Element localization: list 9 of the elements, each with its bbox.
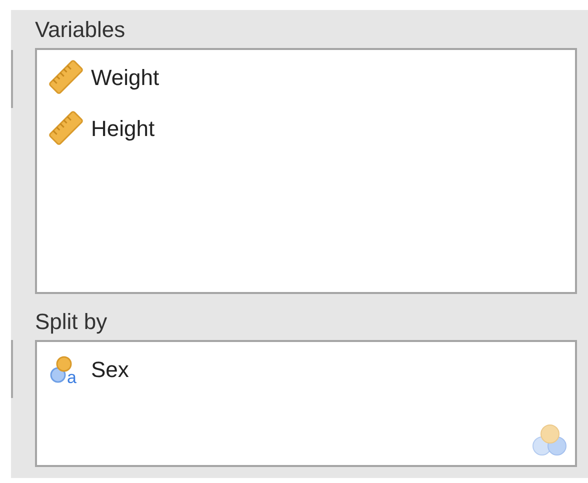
variable-drop-box[interactable]: Weight Height [35, 48, 577, 294]
variable-item[interactable]: Sex [91, 352, 129, 386]
variable-item[interactable]: Weight [91, 60, 160, 94]
variable-item[interactable]: Height [91, 112, 155, 144]
panel-label: Variables [35, 16, 126, 44]
panel-label: Split by [35, 308, 108, 336]
resize-handle[interactable] [11, 50, 13, 108]
variable-drop-box[interactable]: a Sex [35, 340, 577, 467]
resize-handle[interactable] [11, 340, 13, 398]
